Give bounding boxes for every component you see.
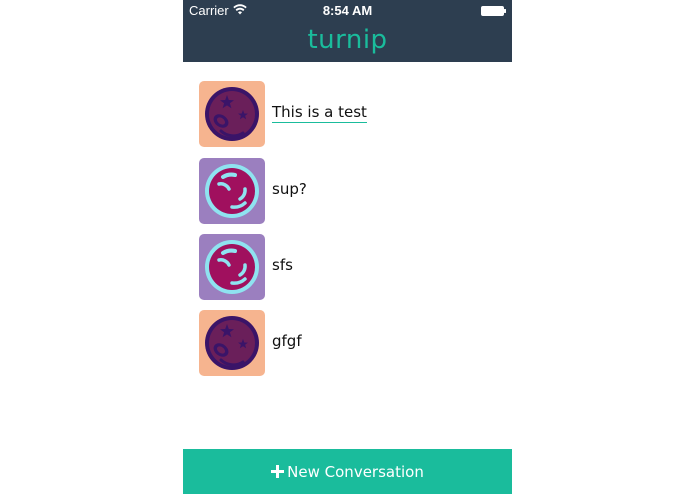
conversation-title: sfs [272, 256, 293, 274]
ring-planet-icon [199, 234, 265, 300]
status-bar: Carrier 8:54 AM [183, 0, 512, 20]
app-title: turnip [307, 25, 388, 55]
conversation-title: gfgf [272, 332, 302, 350]
navigation-header: Carrier 8:54 AM turnip [183, 0, 512, 62]
conversation-title: This is a test [272, 103, 367, 123]
ring-planet-icon [199, 158, 265, 224]
new-conversation-button[interactable]: New Conversation [183, 449, 512, 494]
conversation-title: sup? [272, 180, 307, 198]
star-planet-icon [199, 310, 265, 376]
conversation-row[interactable]: This is a test [199, 81, 499, 147]
plus-icon [271, 465, 285, 478]
conversation-row[interactable]: sup? [199, 158, 499, 224]
star-planet-icon [199, 81, 265, 147]
battery-icon [481, 5, 506, 16]
conversation-row[interactable]: sfs [199, 234, 499, 300]
clock: 8:54 AM [322, 3, 373, 18]
conversation-row[interactable]: gfgf [199, 310, 499, 376]
new-conversation-label: New Conversation [287, 462, 424, 481]
app-screen: Carrier 8:54 AM turnip This is a test su… [183, 0, 512, 494]
